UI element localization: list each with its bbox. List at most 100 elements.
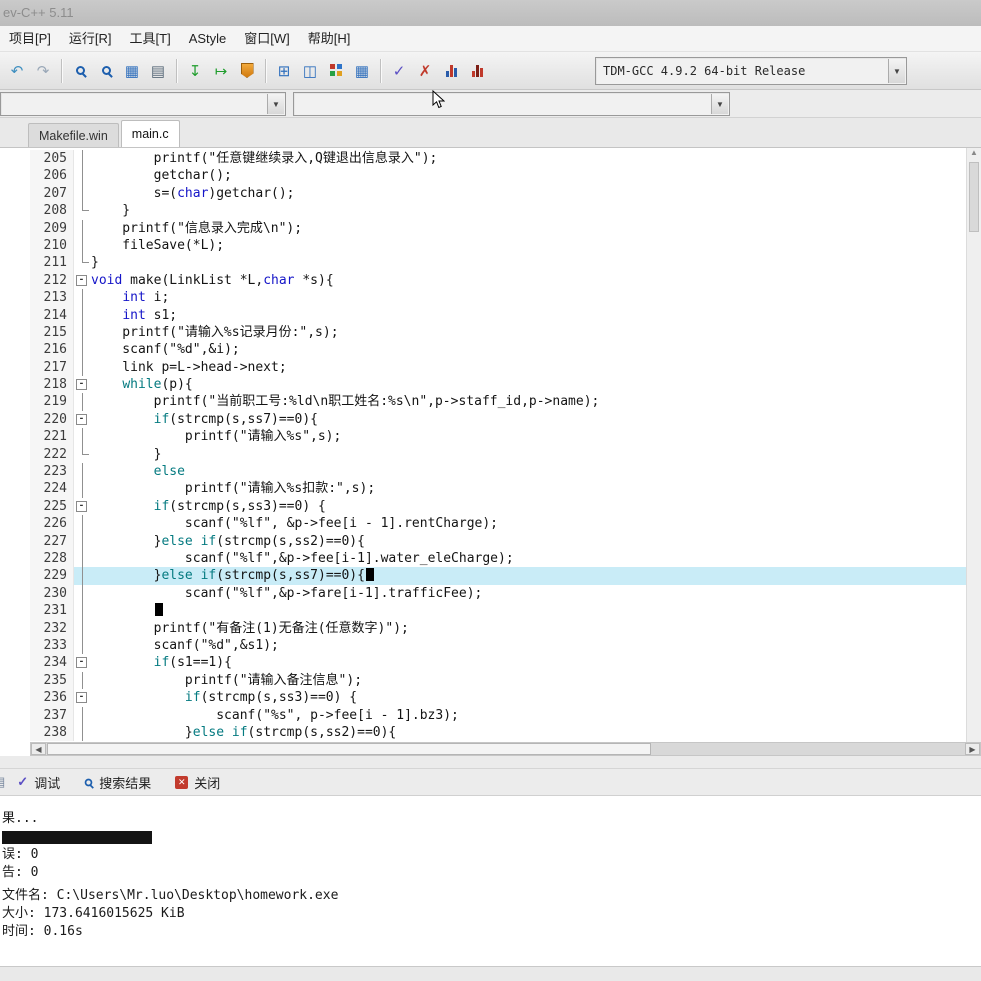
code-editor[interactable]: 205 printf("任意键继续录入,Q键退出信息录入");206 getch… — [0, 148, 981, 742]
scroll-right-icon[interactable]: ▶ — [965, 743, 980, 755]
report-tab[interactable]: ✕关闭 — [163, 770, 232, 795]
goto-line-button[interactable]: ▦ — [119, 58, 145, 84]
scroll-up-icon[interactable]: ▲ — [967, 148, 981, 157]
back-button[interactable]: ↶ — [4, 58, 30, 84]
window-grid-button[interactable]: ▦ — [349, 58, 375, 84]
scroll-left-icon[interactable]: ◀ — [31, 743, 46, 755]
horizontal-scrollbar[interactable]: ◀ ▶ — [30, 742, 981, 756]
line-number: 236 — [30, 689, 74, 706]
close-icon: ✕ — [175, 776, 188, 789]
text-cursor — [155, 603, 163, 616]
app-window: ev-C++ 5.11 项目[P]运行[R]工具[T]AStyle窗口[W]帮助… — [0, 0, 981, 981]
fold-guide — [74, 480, 91, 497]
code-line-body: printf("有备注(1)无备注(任意数字)"); — [74, 620, 981, 637]
vertical-scrollbar[interactable]: ▲ — [966, 148, 981, 742]
fold-collapse-icon[interactable]: - — [74, 376, 91, 393]
log-line[interactable]: 文件名: C:\Users\Mr.luo\Desktop\homework.ex… — [2, 887, 981, 905]
line-number: 238 — [30, 724, 74, 741]
code-line: 214 int s1; — [30, 307, 981, 324]
code-line: 210 fileSave(*L); — [30, 237, 981, 254]
window-title: ev-C++ 5.11 — [3, 5, 74, 20]
menu-item[interactable]: 项目[P] — [0, 26, 60, 52]
code-text — [91, 602, 163, 619]
report-tab-label: 调试 — [34, 773, 60, 792]
report-window-button[interactable]: ◫ — [297, 58, 323, 84]
editor-tab[interactable]: main.c — [121, 120, 180, 147]
code-line: 226 scanf("%lf", &p->fee[i - 1].rentChar… — [30, 515, 981, 532]
line-number: 211 — [30, 254, 74, 271]
code-line: 208 } — [30, 202, 981, 219]
abort-compile-button[interactable]: ✗ — [412, 58, 438, 84]
report-tab[interactable]: ✓调试 — [5, 770, 72, 795]
chevron-down-icon[interactable]: ▼ — [267, 94, 284, 114]
member-combo[interactable]: ▼ — [293, 92, 730, 116]
menu-item[interactable]: 运行[R] — [60, 26, 121, 52]
log-line[interactable]: 果... — [2, 810, 981, 828]
log-line[interactable]: 大小: 173.6416015625 KiB — [2, 905, 981, 923]
compiler-profile-combo[interactable]: TDM-GCC 4.9.2 64-bit Release ▼ — [595, 57, 907, 85]
compile-button[interactable]: ↧ — [182, 58, 208, 84]
print-button[interactable]: ▤ — [145, 58, 171, 84]
run-button[interactable]: ↦ — [208, 58, 234, 84]
code-line: 223 else — [30, 463, 981, 480]
fold-collapse-icon[interactable]: - — [74, 654, 91, 671]
line-number: 230 — [30, 585, 74, 602]
code-text: } — [91, 254, 99, 271]
colored-grid-button[interactable] — [323, 58, 349, 84]
menu-item[interactable]: 工具[T] — [121, 26, 180, 52]
code-text: }else if(strcmp(s,ss2)==0){ — [91, 533, 365, 550]
chevron-down-icon[interactable]: ▼ — [711, 94, 728, 114]
log-line[interactable]: 告: 0 — [2, 864, 981, 882]
project-window-button[interactable]: ⊞ — [271, 58, 297, 84]
syntax-check-button[interactable]: ✓ — [386, 58, 412, 84]
search-icon — [85, 778, 93, 786]
toolbar-separator — [176, 59, 177, 83]
report-tab[interactable]: 搜索结果 — [72, 770, 163, 795]
class-combo[interactable]: ▼ — [0, 92, 286, 116]
line-number: 213 — [30, 289, 74, 306]
delete-profile-chart-button[interactable] — [464, 58, 490, 84]
log-line[interactable]: 误: 0 — [2, 846, 981, 864]
code-text: scanf("%s", p->fee[i - 1].bz3); — [91, 707, 459, 724]
fold-collapse-icon[interactable]: - — [74, 272, 91, 289]
code-line: 221 printf("请输入%s",s); — [30, 428, 981, 445]
menu-item[interactable]: 帮助[H] — [299, 26, 360, 52]
line-number: 216 — [30, 341, 74, 358]
colored-grid-icon — [330, 64, 343, 77]
find-button[interactable] — [67, 58, 93, 84]
profiler-shield-button[interactable] — [234, 58, 260, 84]
menu-item[interactable]: AStyle — [180, 26, 236, 52]
menubar: 项目[P]运行[R]工具[T]AStyle窗口[W]帮助[H] — [0, 26, 981, 52]
editor-tab[interactable]: Makefile.win — [28, 123, 119, 147]
find-in-files-button[interactable] — [93, 58, 119, 84]
chevron-down-icon[interactable]: ▼ — [888, 59, 905, 83]
panel-divider — [0, 756, 981, 768]
fold-collapse-icon[interactable]: - — [74, 498, 91, 515]
fold-guide — [74, 307, 91, 324]
forward-button[interactable]: ↷ — [30, 58, 56, 84]
bar-chart-icon — [472, 64, 483, 77]
syntax-check-icon: ✓ — [393, 62, 406, 80]
fold-guide — [74, 324, 91, 341]
profile-chart-button[interactable] — [438, 58, 464, 84]
fold-guide — [74, 550, 91, 567]
compile-log[interactable]: 果... 误: 0告: 0 文件名: C:\Users\Mr.luo\Desktop… — [0, 796, 981, 962]
log-line[interactable]: 时间: 0.16s — [2, 923, 981, 941]
code-text: void make(LinkList *L,char *s){ — [91, 272, 334, 289]
abort-compile-icon: ✗ — [419, 62, 432, 80]
horizontal-scroll-thumb[interactable] — [47, 743, 651, 755]
menu-item[interactable]: 窗口[W] — [235, 26, 299, 52]
titlebar[interactable]: ev-C++ 5.11 — [0, 0, 981, 26]
vertical-scroll-thumb[interactable] — [969, 162, 979, 232]
fold-collapse-icon[interactable]: - — [74, 689, 91, 706]
line-number: 229 — [30, 567, 74, 584]
line-number: 208 — [30, 202, 74, 219]
report-window-icon: ◫ — [303, 62, 317, 80]
code-text: if(strcmp(s,ss3)==0) { — [91, 498, 326, 515]
selected-log-row[interactable] — [2, 831, 152, 844]
line-number: 235 — [30, 672, 74, 689]
code-text: } — [91, 446, 161, 463]
code-text: printf("请输入%s记录月份:",s); — [91, 324, 339, 341]
fold-collapse-icon[interactable]: - — [74, 411, 91, 428]
fold-guide — [74, 254, 91, 271]
